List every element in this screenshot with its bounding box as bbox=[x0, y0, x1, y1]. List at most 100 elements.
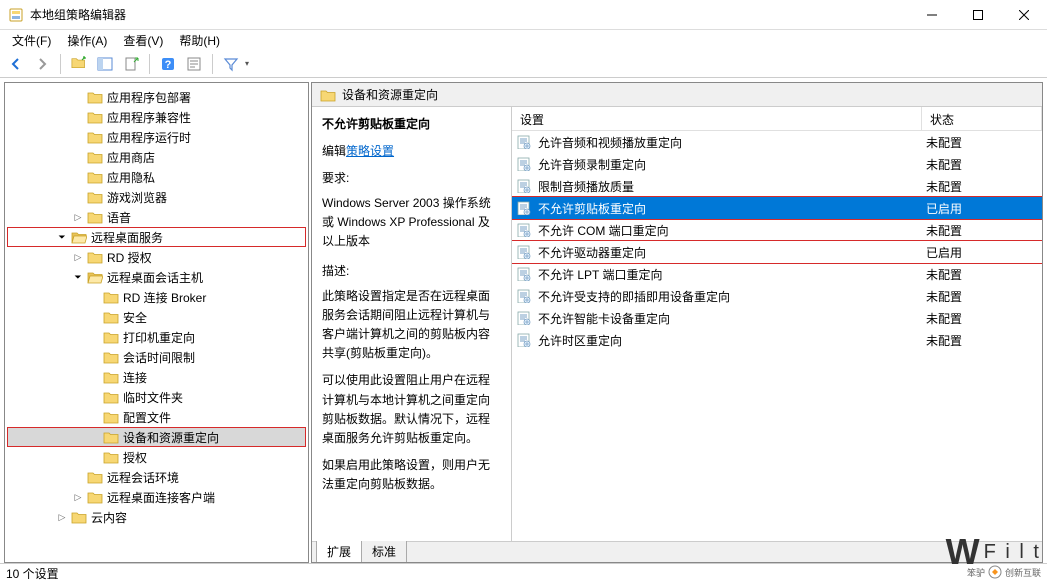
folder-icon bbox=[87, 470, 103, 484]
tree-item-label: 临时文件夹 bbox=[123, 389, 183, 406]
setting-name: 不允许剪贴板重定向 bbox=[538, 200, 926, 217]
policy-icon bbox=[516, 157, 532, 171]
path-header: 设备和资源重定向 bbox=[312, 83, 1042, 107]
up-button[interactable] bbox=[67, 52, 91, 76]
tree-item[interactable]: 应用程序兼容性 bbox=[7, 107, 306, 127]
minimize-button[interactable] bbox=[909, 0, 955, 30]
tree-item[interactable]: 远程会话环境 bbox=[7, 467, 306, 487]
setting-state: 未配置 bbox=[926, 134, 1038, 151]
details-pane: 设备和资源重定向 不允许剪贴板重定向 编辑策略设置 要求: Windows Se… bbox=[311, 82, 1043, 563]
settings-row[interactable]: 允许音频和视频播放重定向未配置 bbox=[512, 131, 1042, 153]
policy-icon bbox=[516, 201, 532, 215]
tree-item[interactable]: ▷ 语音 bbox=[7, 207, 306, 227]
app-icon bbox=[8, 7, 24, 23]
folder-icon bbox=[87, 270, 103, 284]
expand-icon[interactable]: ▷ bbox=[71, 212, 85, 223]
description-text-1: 此策略设置指定是否在远程桌面服务会话期间阻止远程计算机与客户端计算机之间的剪贴板… bbox=[322, 287, 501, 364]
tree-item-label: 配置文件 bbox=[123, 409, 171, 426]
titlebar: 本地组策略编辑器 bbox=[0, 0, 1047, 30]
settings-row[interactable]: 不允许智能卡设备重定向未配置 bbox=[512, 307, 1042, 329]
properties-button[interactable] bbox=[182, 52, 206, 76]
tree-item[interactable]: RD 连接 Broker bbox=[7, 287, 306, 307]
tree-item-label: 语音 bbox=[107, 209, 131, 226]
tree-item[interactable]: 打印机重定向 bbox=[7, 327, 306, 347]
tree-item[interactable]: 会话时间限制 bbox=[7, 347, 306, 367]
expand-icon[interactable]: ▷ bbox=[55, 512, 69, 523]
policy-icon bbox=[516, 245, 532, 259]
setting-state: 已启用 bbox=[926, 200, 1038, 217]
menu-view[interactable]: 查看(V) bbox=[115, 30, 171, 51]
export-button[interactable] bbox=[119, 52, 143, 76]
help-button[interactable]: ? bbox=[156, 52, 180, 76]
tree-item-label: 应用商店 bbox=[107, 149, 155, 166]
settings-row[interactable]: 不允许剪贴板重定向已启用 bbox=[512, 197, 1042, 219]
tab-extended[interactable]: 扩展 bbox=[316, 541, 362, 563]
tree-pane[interactable]: 应用程序包部署应用程序兼容性应用程序运行时应用商店应用隐私游戏浏览器▷语音⏷远程… bbox=[4, 82, 309, 563]
tree-item[interactable]: 应用程序包部署 bbox=[7, 87, 306, 107]
tree-item-label: 打印机重定向 bbox=[123, 329, 195, 346]
tree-item[interactable]: ▷云内容 bbox=[7, 507, 306, 527]
tree-item-label: 应用程序运行时 bbox=[107, 129, 191, 146]
edit-policy-link[interactable]: 策略设置 bbox=[346, 144, 394, 158]
menu-file[interactable]: 文件(F) bbox=[4, 30, 59, 51]
tab-standard[interactable]: 标准 bbox=[361, 541, 407, 563]
tree-item[interactable]: 游戏浏览器 bbox=[7, 187, 306, 207]
folder-icon bbox=[87, 90, 103, 104]
policy-icon bbox=[516, 223, 532, 237]
folder-icon bbox=[103, 290, 119, 304]
tree-item[interactable]: ⏷远程桌面服务 bbox=[7, 227, 306, 247]
show-hide-tree-button[interactable] bbox=[93, 52, 117, 76]
tree-item[interactable]: 应用商店 bbox=[7, 147, 306, 167]
settings-row[interactable]: 允许时区重定向未配置 bbox=[512, 329, 1042, 351]
tree-item[interactable]: 连接 bbox=[7, 367, 306, 387]
tree-item[interactable]: ⏷远程桌面会话主机 bbox=[7, 267, 306, 287]
collapse-icon[interactable]: ⏷ bbox=[55, 232, 69, 243]
tree-item-label: 远程会话环境 bbox=[107, 469, 179, 486]
tree-item[interactable]: ▷ RD 授权 bbox=[7, 247, 306, 267]
tree-item[interactable]: 安全 bbox=[7, 307, 306, 327]
maximize-button[interactable] bbox=[955, 0, 1001, 30]
statusbar: 10 个设置 bbox=[0, 563, 1047, 583]
policy-icon bbox=[516, 179, 532, 193]
forward-button[interactable] bbox=[30, 52, 54, 76]
tree-item-label: 连接 bbox=[123, 369, 147, 386]
column-header-setting[interactable]: 设置 bbox=[512, 107, 922, 130]
filter-button[interactable] bbox=[219, 52, 243, 76]
setting-state: 未配置 bbox=[926, 266, 1038, 283]
setting-name: 限制音频播放质量 bbox=[538, 178, 926, 195]
menu-action[interactable]: 操作(A) bbox=[59, 30, 115, 51]
tree-item[interactable]: ▷远程桌面连接客户端 bbox=[7, 487, 306, 507]
folder-icon bbox=[103, 350, 119, 364]
column-header-state[interactable]: 状态 bbox=[922, 107, 1042, 130]
settings-list[interactable]: 允许音频和视频播放重定向未配置允许音频录制重定向未配置限制音频播放质量未配置不允… bbox=[512, 131, 1042, 541]
filter-dropdown-icon[interactable]: ▾ bbox=[245, 59, 255, 68]
expand-icon[interactable]: ▷ bbox=[71, 492, 85, 503]
settings-row[interactable]: 允许音频录制重定向未配置 bbox=[512, 153, 1042, 175]
expand-icon[interactable]: ▷ bbox=[71, 252, 85, 263]
back-button[interactable] bbox=[4, 52, 28, 76]
settings-row[interactable]: 不允许 LPT 端口重定向未配置 bbox=[512, 263, 1042, 285]
close-button[interactable] bbox=[1001, 0, 1047, 30]
menu-help[interactable]: 帮助(H) bbox=[171, 30, 228, 51]
tree-item-label: 授权 bbox=[123, 449, 147, 466]
view-tabs: 扩展 标准 bbox=[312, 541, 1042, 562]
collapse-icon[interactable]: ⏷ bbox=[71, 272, 85, 283]
window-title: 本地组策略编辑器 bbox=[30, 6, 909, 23]
folder-icon bbox=[103, 330, 119, 344]
tree-item-label: 应用程序包部署 bbox=[107, 89, 191, 106]
settings-row[interactable]: 不允许 COM 端口重定向未配置 bbox=[512, 219, 1042, 241]
toolbar-separator bbox=[212, 54, 213, 74]
tree-item[interactable]: 设备和资源重定向 bbox=[7, 427, 306, 447]
settings-row[interactable]: 限制音频播放质量未配置 bbox=[512, 175, 1042, 197]
tree-item-label: 安全 bbox=[123, 309, 147, 326]
tree-item[interactable]: 应用隐私 bbox=[7, 167, 306, 187]
tree-item[interactable]: 应用程序运行时 bbox=[7, 127, 306, 147]
tree-item-label: RD 授权 bbox=[107, 249, 152, 266]
folder-icon bbox=[103, 410, 119, 424]
settings-row[interactable]: 不允许受支持的即插即用设备重定向未配置 bbox=[512, 285, 1042, 307]
status-text: 10 个设置 bbox=[6, 565, 59, 582]
tree-item[interactable]: 临时文件夹 bbox=[7, 387, 306, 407]
tree-item[interactable]: 配置文件 bbox=[7, 407, 306, 427]
settings-row[interactable]: 不允许驱动器重定向已启用 bbox=[512, 241, 1042, 263]
tree-item[interactable]: 授权 bbox=[7, 447, 306, 467]
